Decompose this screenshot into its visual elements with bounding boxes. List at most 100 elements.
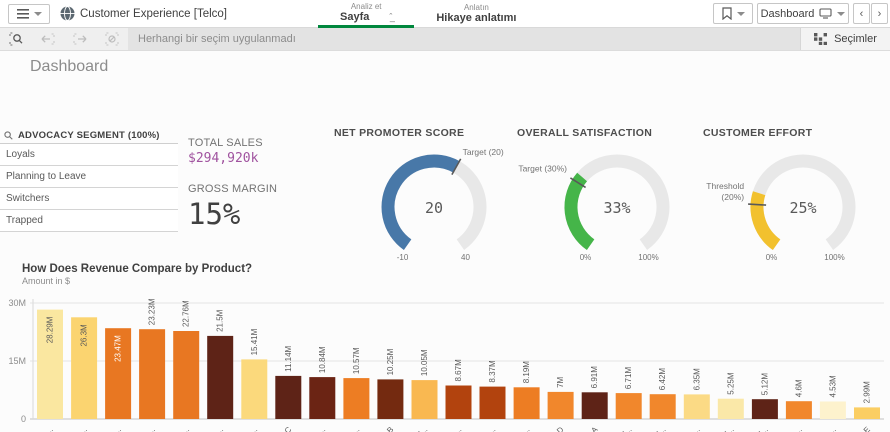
x-axis-label: Mobile Pla... bbox=[494, 425, 531, 432]
bar[interactable] bbox=[139, 329, 166, 419]
global-menu-button[interactable] bbox=[8, 4, 50, 24]
svg-text:Target (20): Target (20) bbox=[463, 147, 504, 157]
search-icon bbox=[4, 130, 13, 140]
x-axis-label: Mobile Pla... bbox=[324, 425, 361, 432]
bar-value-label: 21.5M bbox=[216, 309, 225, 332]
svg-text:0%: 0% bbox=[580, 253, 592, 262]
bar[interactable] bbox=[581, 392, 608, 419]
list-item[interactable]: Loyals bbox=[0, 144, 178, 166]
kpi-gross-margin: GROSS MARGIN 15% bbox=[188, 183, 278, 231]
bar-value-label: 15.41M bbox=[250, 328, 259, 355]
bookmark-icon bbox=[721, 7, 732, 20]
bar[interactable] bbox=[445, 385, 472, 420]
selections-tool-button[interactable]: Seçimler bbox=[800, 28, 890, 50]
bar[interactable] bbox=[479, 386, 506, 419]
bar[interactable] bbox=[717, 398, 744, 419]
x-axis-label: Fixed Line ... bbox=[799, 425, 838, 432]
list-item[interactable]: Planning to Leave bbox=[0, 166, 178, 188]
bar-value-label: 10.25M bbox=[386, 348, 395, 375]
revenue-bar-chart: How Does Revenue Compare by Product? Amo… bbox=[0, 263, 890, 432]
bar[interactable] bbox=[275, 375, 302, 419]
bar-value-label: 26.3M bbox=[80, 324, 89, 347]
selections-tool-icon bbox=[814, 33, 828, 45]
prev-sheet-button[interactable]: ‹ bbox=[853, 3, 870, 24]
x-axis-label: TV Plan D bbox=[533, 425, 565, 432]
x-axis-label: Fixed Line ... bbox=[765, 425, 804, 432]
mode-tabs: Analiz et Sayfa ˆ̲ Anlatın Hikaye anlatı… bbox=[318, 0, 538, 28]
bar[interactable] bbox=[513, 387, 540, 419]
tab-narrate-storytelling[interactable]: Anlatın Hikaye anlatımı bbox=[414, 0, 538, 28]
x-axis-label: Fixed Line ... bbox=[220, 425, 259, 432]
hamburger-icon bbox=[16, 9, 29, 19]
gauge-title: NET PROMOTER SCORE bbox=[334, 127, 465, 139]
svg-text:25%: 25% bbox=[789, 199, 816, 217]
svg-text:20: 20 bbox=[425, 199, 443, 217]
list-item[interactable]: Switchers bbox=[0, 188, 178, 210]
x-axis-label: Internet Pl... bbox=[631, 425, 668, 432]
svg-text:30M: 30M bbox=[8, 298, 26, 308]
bar-value-label: 6.35M bbox=[692, 368, 701, 391]
bar-value-label: 5.25M bbox=[726, 372, 735, 395]
bar-value-label: 2.99M bbox=[863, 381, 872, 404]
bar[interactable] bbox=[751, 399, 778, 419]
bar[interactable] bbox=[547, 391, 574, 419]
bar-value-label: 10.57M bbox=[352, 347, 361, 374]
bar[interactable] bbox=[241, 359, 268, 419]
x-axis-label: Internet Pl... bbox=[597, 425, 634, 432]
bar[interactable] bbox=[343, 378, 370, 419]
svg-text:0: 0 bbox=[21, 414, 26, 424]
x-axis-label: Bundle Pla... bbox=[51, 425, 89, 432]
bar-value-label: 10.84M bbox=[318, 346, 327, 373]
bar[interactable] bbox=[411, 380, 438, 419]
bar[interactable] bbox=[854, 407, 880, 419]
filter-pane-header[interactable]: ADVOCACY SEGMENT (100%) bbox=[0, 127, 178, 144]
x-axis-label: Bundle Pla... bbox=[85, 425, 123, 432]
bar-value-label: 4.6M bbox=[794, 379, 803, 397]
x-axis-label: TV Plan C bbox=[261, 425, 293, 432]
bar[interactable] bbox=[377, 379, 404, 419]
bar-value-label: 23.23M bbox=[148, 298, 157, 325]
x-axis-label: Bundle Pla... bbox=[153, 425, 191, 432]
x-axis-label: Fixed Line ... bbox=[186, 425, 225, 432]
bar[interactable] bbox=[683, 394, 710, 419]
bar[interactable] bbox=[819, 401, 846, 420]
bar[interactable] bbox=[785, 401, 812, 419]
gauge-title: CUSTOMER EFFORT bbox=[703, 127, 813, 139]
app-title: Customer Experience [Telco] bbox=[80, 8, 228, 20]
chart-subtitle: Amount in $ bbox=[22, 276, 71, 286]
step-forward-icon[interactable] bbox=[64, 28, 96, 50]
gauge-customer-effort: CUSTOMER EFFORT Threshold (20%) 0% 100% 2… bbox=[703, 127, 890, 269]
list-item[interactable]: Trapped bbox=[0, 210, 178, 232]
step-back-icon[interactable] bbox=[32, 28, 64, 50]
clear-selections-icon[interactable] bbox=[96, 28, 128, 50]
bar[interactable] bbox=[649, 394, 676, 419]
bar-value-label: 5.12M bbox=[760, 373, 769, 396]
svg-text:33%: 33% bbox=[603, 199, 630, 217]
chevron-down-icon bbox=[837, 11, 846, 16]
x-axis-label: Mobile Pla... bbox=[290, 425, 327, 432]
next-sheet-button[interactable]: › bbox=[871, 3, 888, 24]
bar[interactable] bbox=[615, 393, 642, 419]
x-axis-label: Internet Pl... bbox=[393, 425, 430, 432]
gauge-net-promoter-score: NET PROMOTER SCORE Target (20) -10 40 20 bbox=[334, 127, 526, 269]
sheet-dashboard: Dashboard ADVOCACY SEGMENT (100%) Loyals… bbox=[0, 51, 890, 432]
chevron-down-icon: ˆ̲ bbox=[389, 11, 393, 22]
svg-text:100%: 100% bbox=[824, 253, 844, 262]
kpi-value: 15% bbox=[188, 197, 241, 231]
x-axis-label: Internet Pl... bbox=[699, 425, 736, 432]
bookmarks-button[interactable] bbox=[713, 3, 753, 24]
bar[interactable] bbox=[309, 377, 336, 419]
gauge-chart: Target (30%) 0% 100% 33% bbox=[517, 139, 709, 268]
sheet-selector-button[interactable]: Dashboard bbox=[757, 3, 849, 24]
bar[interactable] bbox=[173, 331, 200, 419]
bar[interactable] bbox=[207, 335, 234, 419]
bar-value-label: 28.29M bbox=[46, 316, 55, 343]
chevron-down-icon bbox=[33, 12, 42, 16]
svg-text:40: 40 bbox=[461, 253, 470, 262]
svg-text:-10: -10 bbox=[397, 253, 409, 262]
bar-value-label: 22.76M bbox=[182, 300, 191, 327]
selections-search-icon[interactable] bbox=[0, 28, 32, 50]
bar-chart-plot[interactable]: 0 15M 30M 28.29M Bundle Pla... 26.3M Bundle Pl… bbox=[0, 286, 890, 432]
gauge-chart: Target (20) -10 40 20 bbox=[334, 139, 526, 268]
tab-analyze-sheet[interactable]: Analiz et Sayfa ˆ̲ bbox=[318, 0, 415, 28]
